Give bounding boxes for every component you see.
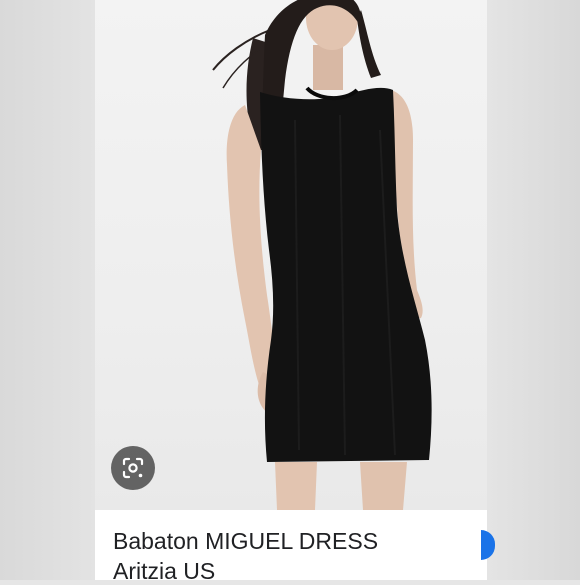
product-title: Babaton MIGUEL DRESS xyxy=(113,528,379,554)
visual-search-button[interactable] xyxy=(111,446,155,490)
product-source: Aritzia US xyxy=(113,558,216,584)
model-illustration xyxy=(212,0,432,510)
visual-search-icon xyxy=(122,457,144,479)
left-margin-backdrop xyxy=(0,0,95,580)
product-caption[interactable]: Babaton MIGUEL DRESS Aritzia US xyxy=(95,510,487,584)
right-margin-backdrop xyxy=(487,0,580,580)
product-photo[interactable] xyxy=(95,0,487,510)
